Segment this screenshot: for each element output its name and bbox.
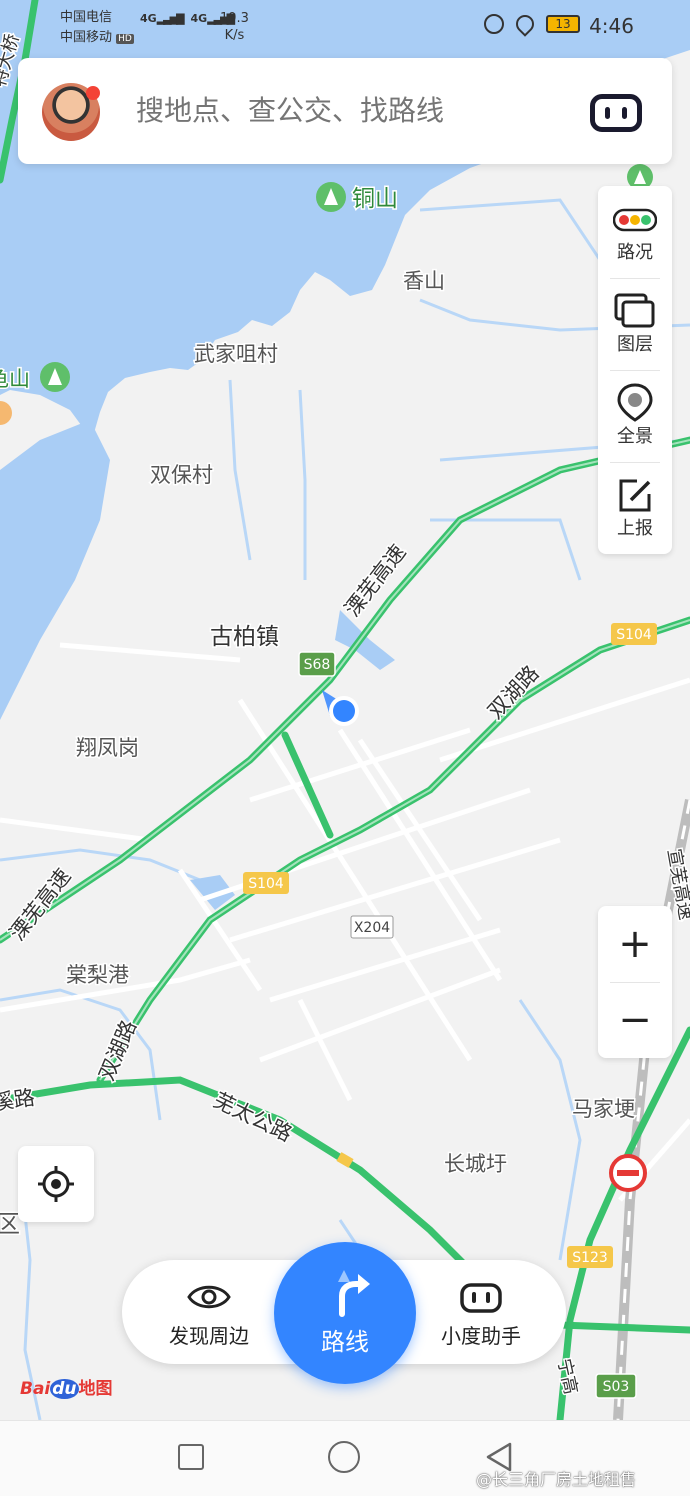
map-label-gubaizhen: 古柏镇 [210,624,279,650]
report-edit-icon [619,479,651,512]
eye-icon [187,1285,231,1309]
map-badge-x204: X204 [350,915,394,939]
map-mountain-icon-tongshan [316,182,346,212]
map-tools-panel: 路况 图层 全景 上报 [598,186,672,554]
svg-text:S104: S104 [616,627,652,643]
map-label-wujiajucun: 武家咀村 [194,342,278,366]
battery-level: 13 [555,17,571,31]
layers-button[interactable]: 图层 [598,278,672,370]
traffic-light-icon [613,208,657,232]
route-button[interactable]: 路线 [274,1242,416,1384]
weibo-watermark: @长三角厂房土地租售 [476,1470,637,1489]
home-button[interactable] [328,1441,360,1473]
signal-2-label: 4G [190,12,208,25]
no-entry-icon [609,1154,647,1192]
zoom-in-button[interactable]: + [598,906,672,982]
recent-apps-button[interactable] [178,1444,204,1470]
speed-unit: K/s [224,28,245,43]
discover-nearby-button[interactable]: 发现周边 [144,1260,274,1364]
status-bar: 中国电信 中国移动 HD 4G▂▃▅▇ 4G▂▃▅▇ 19.3 K/s 13 4… [0,0,690,52]
map-label-tangligang: 棠梨港 [66,963,129,987]
map-label-guishan: 龟山 [0,367,30,391]
xiaodu-robot-icon [460,1283,502,1313]
notification-dot [86,86,100,100]
map-label-xiangfenggang: 翔凤岗 [76,736,139,760]
report-label: 上报 [617,518,653,539]
signal-1-label: 4G [140,12,157,25]
traffic-button[interactable]: 路况 [598,186,672,278]
panorama-label: 全景 [617,426,653,447]
svg-text:S104: S104 [248,876,284,892]
map-label-tongshan: 铜山 [352,186,398,212]
route-turn-arrow-icon [338,1270,370,1317]
baidu-logo-text-3: 地图 [78,1379,113,1399]
svg-text:S68: S68 [304,657,331,673]
search-bar[interactable] [18,58,672,164]
baidu-logo-text-1: Bai [20,1379,51,1399]
map-canvas[interactable]: 铜山 香山 武家咀村 龟山 双保村 古柏镇 翔凤岗 棠梨港 马家埂 长城圩 区 … [0,0,690,1420]
baidu-map-logo: Bai du 地图 [20,1374,113,1399]
xiaodu-assistant-label: 小度助手 [441,1324,521,1348]
panorama-pin-icon [617,383,653,422]
hd-badge: HD [116,34,134,44]
map-badge-s123: S123 [567,1246,613,1268]
zoom-out-button[interactable]: − [598,982,672,1058]
map-label-changchengyu: 长城圩 [444,1152,507,1176]
map-badge-s104-right: S104 [611,623,657,645]
signal-1-icon: 4G▂▃▅▇ [140,12,185,25]
carrier-1: 中国电信 [60,10,113,25]
panorama-button[interactable]: 全景 [598,370,672,462]
map-label-majiageng: 马家埂 [572,1097,635,1121]
svg-text:S03: S03 [603,1379,630,1395]
xiaodu-assistant-icon[interactable] [590,94,642,132]
svg-text:S123: S123 [572,1250,608,1266]
clock-time: 4:46 [589,14,634,38]
map-label-shuangbaocun: 双保村 [150,463,213,487]
discover-nearby-label: 发现周边 [169,1324,249,1348]
search-input[interactable] [134,94,558,128]
traffic-label: 路况 [617,242,653,263]
zoom-controls: + − [598,906,672,1058]
location-pin-icon [512,11,538,37]
map-badge-s104-center: S104 [243,872,289,894]
carrier-info: 中国电信 中国移动 HD [60,8,134,49]
baidu-logo-text-2: du [50,1379,79,1399]
svg-text:X204: X204 [354,920,390,936]
layers-icon [614,293,655,328]
speed-value: 19.3 [220,11,249,26]
map-badge-s68: S68 [298,651,336,677]
route-label: 路线 [321,1328,369,1356]
layers-label: 图层 [617,334,653,355]
battery-icon: 13 [546,15,580,33]
xiaodu-assistant-button[interactable]: 小度助手 [416,1260,546,1364]
map-label-xiangshan: 香山 [403,269,445,293]
report-button[interactable]: 上报 [598,462,672,554]
carrier-2: 中国移动 [60,30,113,45]
crosshair-icon [38,1166,74,1202]
network-speed: 19.3 K/s [220,10,249,44]
map-badge-s03: S03 [595,1373,637,1399]
locate-me-button[interactable] [18,1146,94,1222]
alarm-icon [484,14,504,34]
map-mountain-icon-guishan [40,362,70,392]
map-label-qu: 区 [0,1210,20,1238]
